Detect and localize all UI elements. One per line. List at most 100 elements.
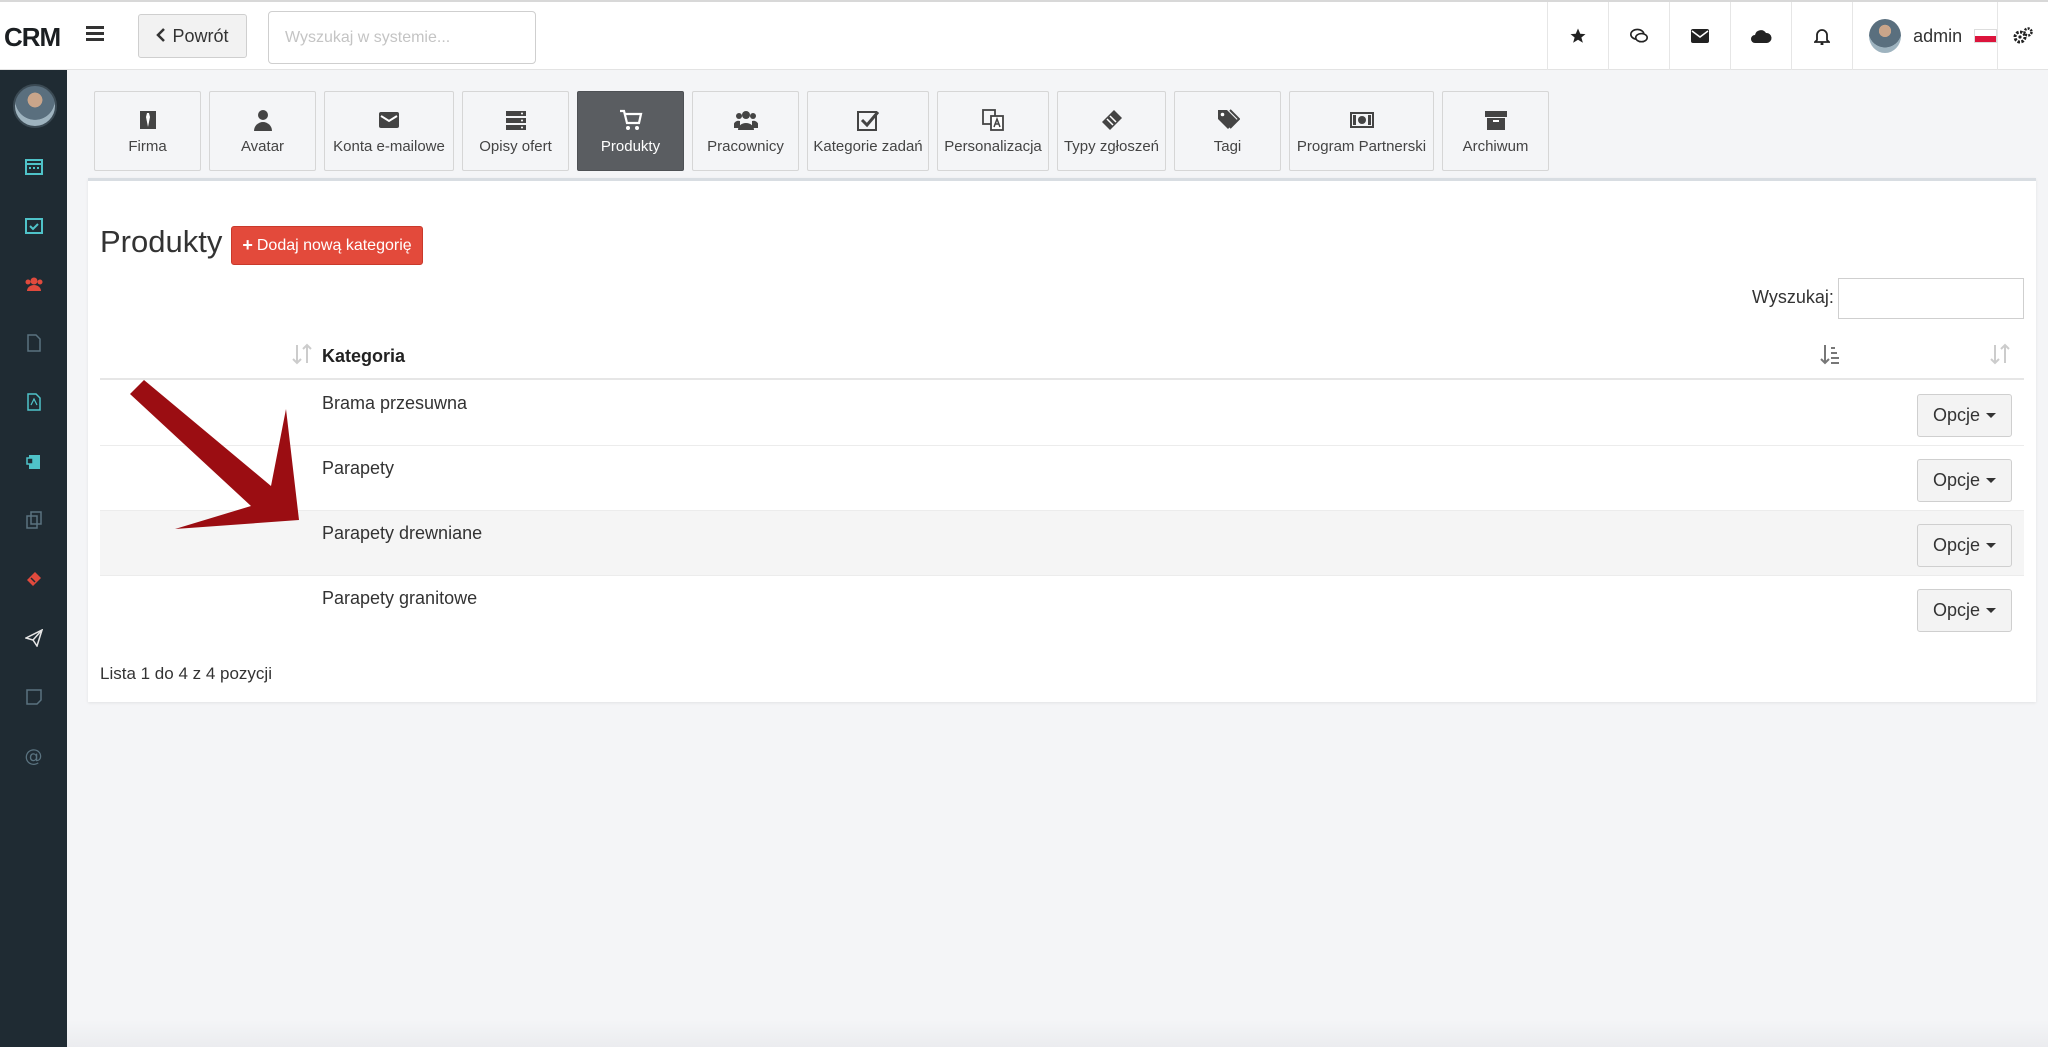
username: admin bbox=[1913, 25, 1963, 46]
tab-archiwum[interactable]: Archiwum bbox=[1442, 91, 1549, 171]
options-button[interactable]: Opcje bbox=[1917, 524, 2012, 567]
back-button[interactable]: Powrót bbox=[138, 14, 247, 58]
options-label: Opcje bbox=[1932, 405, 1981, 425]
tab-label: Pracownicy bbox=[707, 137, 784, 155]
caret-down-icon bbox=[1986, 543, 1997, 548]
document-icon[interactable] bbox=[0, 328, 67, 358]
tab-pracownicy[interactable]: Pracownicy bbox=[692, 91, 799, 171]
tab-label: Firma bbox=[128, 137, 167, 155]
options-label: Opcje bbox=[1932, 470, 1981, 490]
pagination-info: Lista 1 do 4 z 4 pozycji bbox=[100, 664, 272, 683]
sidebar: @ bbox=[0, 70, 67, 1047]
table-row: Parapety drewniane Opcje bbox=[100, 511, 2024, 576]
add-category-button[interactable]: + Dodaj nową kategorię bbox=[231, 226, 423, 265]
top-bar: CRM Powrót admin bbox=[0, 0, 2048, 70]
bottom-edge bbox=[67, 1020, 2048, 1047]
tab-label: Produkty bbox=[600, 137, 661, 155]
options-label: Opcje bbox=[1932, 600, 1981, 620]
tab-label: Kategorie zadań bbox=[813, 137, 923, 155]
at-sign-icon[interactable]: @ bbox=[0, 741, 67, 771]
clipboard-icon[interactable] bbox=[0, 446, 67, 476]
tab-kategorie-zadan[interactable]: Kategorie zadań bbox=[807, 91, 929, 171]
category-name: Parapety bbox=[322, 458, 395, 478]
tab-label: Typy zgłoszeń bbox=[1063, 137, 1160, 155]
column-header-kategoria[interactable]: Kategoria bbox=[322, 346, 405, 367]
category-name: Parapety drewniane bbox=[322, 523, 483, 543]
table-row: Parapety granitowe Opcje bbox=[100, 576, 2024, 640]
tab-label: Tagi bbox=[1213, 137, 1242, 155]
mail-icon[interactable] bbox=[1669, 2, 1730, 70]
options-label: Opcje bbox=[1932, 535, 1981, 555]
tags-icon bbox=[1217, 108, 1240, 129]
translate-icon bbox=[982, 108, 1004, 131]
tab-label: Archiwum bbox=[1462, 137, 1529, 155]
sidebar-avatar[interactable] bbox=[13, 84, 57, 128]
caret-down-icon bbox=[1986, 413, 1997, 418]
copy-icon[interactable] bbox=[0, 505, 67, 535]
settings-gears-icon[interactable] bbox=[1997, 2, 2048, 70]
bell-icon[interactable] bbox=[1791, 2, 1852, 70]
tab-typy-zgloszen[interactable]: Typy zgłoszeń bbox=[1057, 91, 1166, 171]
options-button[interactable]: Opcje bbox=[1917, 589, 2012, 632]
tab-personalizacja[interactable]: Personalizacja bbox=[937, 91, 1049, 171]
sort-icon[interactable] bbox=[292, 343, 312, 365]
settings-tabs: Firma Avatar Konta e-mailowe Opisy ofert… bbox=[94, 91, 1549, 171]
tab-konta-email[interactable]: Konta e-mailowe bbox=[324, 91, 454, 171]
table-search-input[interactable] bbox=[1838, 278, 2024, 319]
archive-icon bbox=[1484, 110, 1507, 130]
sort-icon[interactable] bbox=[1990, 343, 2010, 365]
pdf-file-icon[interactable] bbox=[0, 387, 67, 417]
search-label: Wyszukaj: bbox=[1752, 287, 1834, 307]
tab-program-partnerski[interactable]: Program Partnerski bbox=[1289, 91, 1434, 171]
tab-produkty[interactable]: Produkty bbox=[577, 91, 684, 171]
category-name: Parapety granitowe bbox=[322, 588, 478, 608]
plus-icon: + bbox=[242, 235, 253, 255]
annotation-arrow-icon bbox=[130, 380, 299, 529]
calendar-icon[interactable] bbox=[0, 151, 67, 181]
sort-alpha-asc-icon[interactable] bbox=[1820, 343, 1840, 365]
caret-down-icon bbox=[1986, 608, 1997, 613]
tab-label: Personalizacja bbox=[944, 137, 1042, 155]
tab-opisy-ofert[interactable]: Opisy ofert bbox=[462, 91, 569, 171]
favorites-star-icon[interactable] bbox=[1547, 2, 1608, 70]
ticket-icon bbox=[1101, 109, 1122, 130]
tab-label: Program Partnerski bbox=[1296, 137, 1427, 155]
table-row: Brama przesuwna Opcje bbox=[100, 381, 2024, 446]
tab-label: Konta e-mailowe bbox=[333, 137, 445, 155]
cloud-icon[interactable] bbox=[1730, 2, 1791, 70]
add-category-label: Dodaj nową kategorię bbox=[256, 236, 412, 254]
page-title: Produkty bbox=[100, 224, 223, 259]
server-icon bbox=[505, 110, 526, 130]
options-button[interactable]: Opcje bbox=[1917, 459, 2012, 502]
calendar-check-icon[interactable] bbox=[0, 210, 67, 240]
ticket-icon[interactable] bbox=[0, 564, 67, 594]
category-name: Brama przesuwna bbox=[322, 393, 468, 413]
note-icon[interactable] bbox=[0, 682, 67, 712]
back-button-label: Powrót bbox=[172, 25, 229, 46]
cart-icon bbox=[619, 109, 642, 130]
tie-icon bbox=[139, 110, 156, 129]
money-icon bbox=[1349, 111, 1374, 128]
tab-label: Opisy ofert bbox=[479, 137, 552, 155]
user-icon bbox=[253, 109, 272, 131]
tab-tagi[interactable]: Tagi bbox=[1174, 91, 1281, 171]
users-icon[interactable] bbox=[0, 269, 67, 299]
table-row: Parapety Opcje bbox=[100, 446, 2024, 511]
users-icon bbox=[733, 110, 758, 130]
tab-avatar[interactable]: Avatar bbox=[209, 91, 316, 171]
tab-label: Avatar bbox=[240, 137, 285, 155]
options-button[interactable]: Opcje bbox=[1917, 394, 2012, 437]
flag-pl-icon[interactable] bbox=[1974, 29, 1997, 43]
menu-toggle-icon[interactable] bbox=[86, 26, 104, 42]
products-panel: Produkty + Dodaj nową kategorię Wyszukaj… bbox=[88, 178, 2036, 702]
check-square-icon bbox=[857, 110, 880, 131]
chat-icon[interactable] bbox=[1608, 2, 1669, 70]
paper-plane-icon[interactable] bbox=[0, 623, 67, 653]
user-menu[interactable]: admin bbox=[1852, 2, 1997, 70]
avatar bbox=[1869, 19, 1902, 53]
caret-down-icon bbox=[1986, 478, 1997, 483]
chevron-left-icon bbox=[156, 26, 166, 47]
tab-firma[interactable]: Firma bbox=[94, 91, 201, 171]
app-logo[interactable]: CRM bbox=[4, 22, 61, 53]
global-search-input[interactable] bbox=[268, 11, 536, 64]
